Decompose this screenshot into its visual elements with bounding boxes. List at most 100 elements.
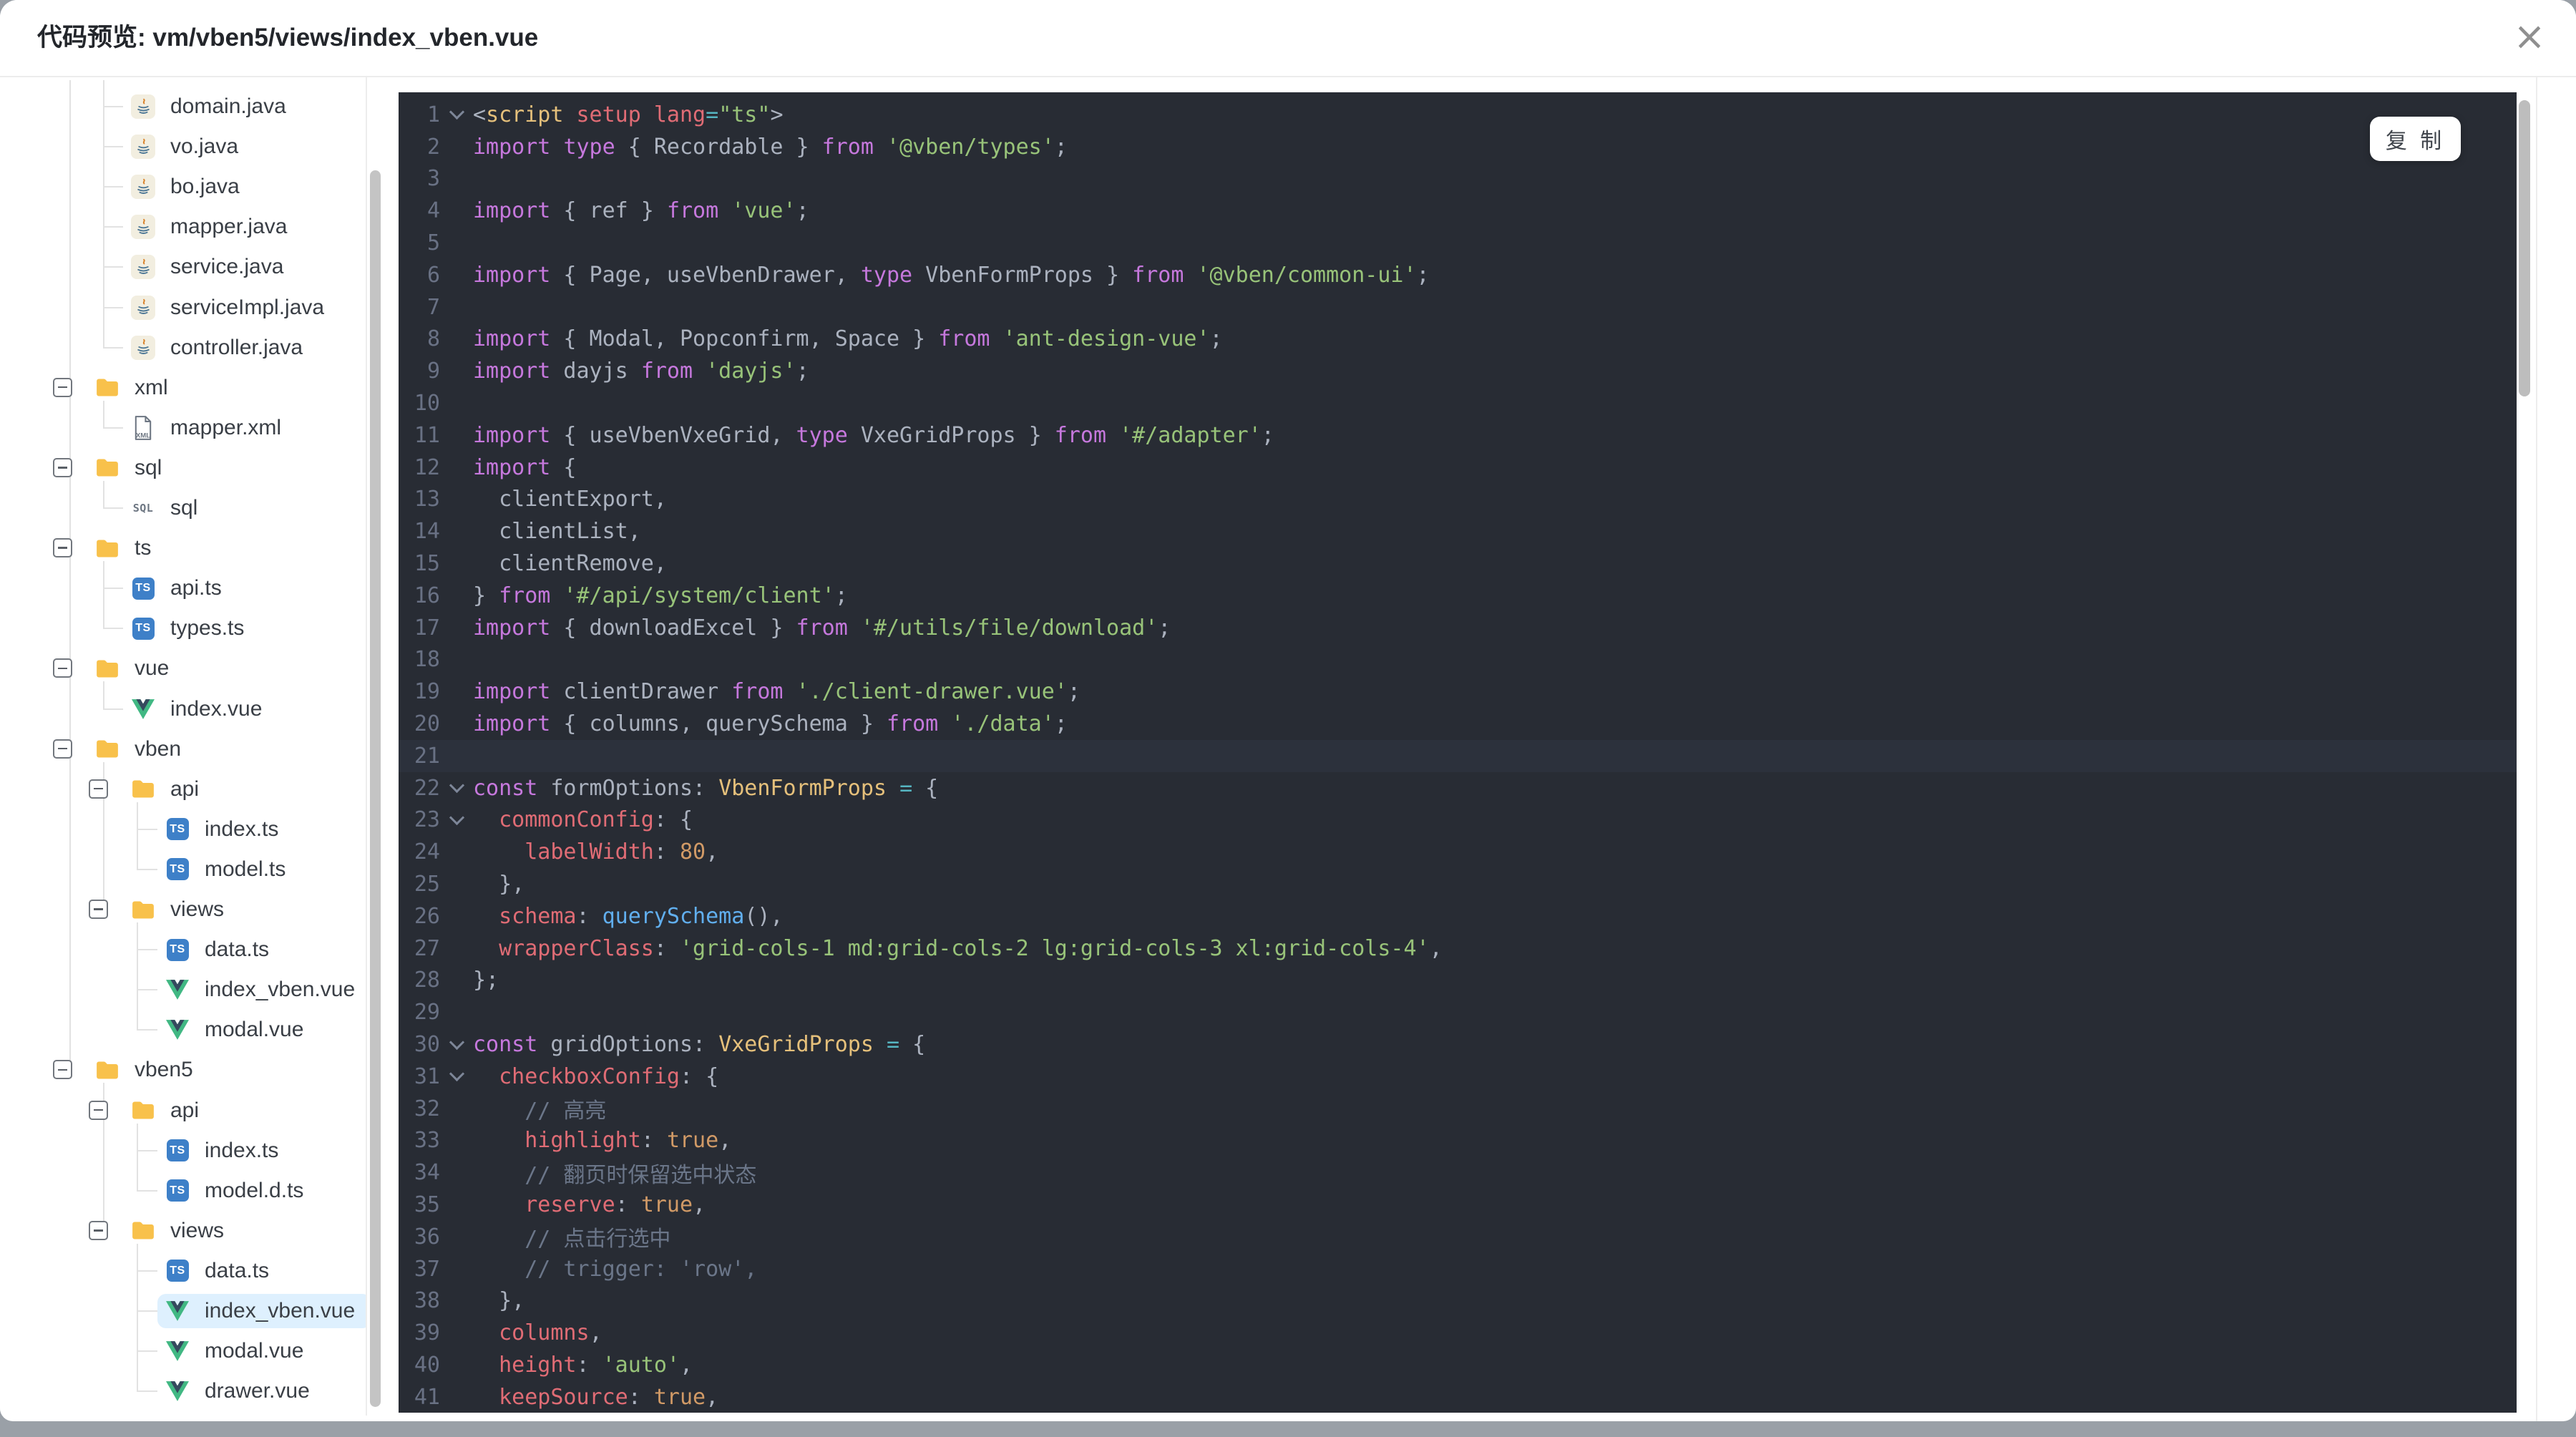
tree-item-label: vben5: [135, 1058, 193, 1082]
tree-item-sql[interactable]: sql: [0, 448, 366, 488]
tree-item-body[interactable]: XML mapper.xml: [123, 411, 297, 445]
tree-item-body[interactable]: TS index.ts: [157, 1134, 294, 1168]
code-text: // trigger: 'row',: [525, 1256, 758, 1282]
tree-item-model.ts[interactable]: TS model.ts: [0, 849, 366, 890]
tree-item-body[interactable]: SQL sql: [123, 491, 213, 525]
tree-item-selected[interactable]: index_vben.vue: [157, 1294, 366, 1328]
tree-item-body[interactable]: api: [123, 1093, 215, 1128]
fold-chevron-icon[interactable]: [440, 1034, 473, 1050]
collapse-minus-icon[interactable]: [53, 377, 72, 397]
tree-item-modal.vue[interactable]: modal.vue: [0, 1010, 366, 1050]
tree-item-drawer.vue[interactable]: drawer.vue: [0, 1371, 366, 1411]
tree-scrollbar-thumb[interactable]: [370, 170, 381, 1407]
code-text: import {: [473, 454, 577, 480]
tree-item-ts[interactable]: ts: [0, 528, 366, 568]
tree-item-vben[interactable]: vben: [0, 729, 366, 769]
tree-item-sql[interactable]: SQL sql: [0, 488, 366, 528]
tree-item-body[interactable]: index.vue: [123, 692, 278, 726]
tree-item-body[interactable]: index_vben.vue: [157, 973, 366, 1007]
tree-item-vue[interactable]: vue: [0, 648, 366, 688]
tree-item-xml[interactable]: xml: [0, 368, 366, 408]
tree-item-body[interactable]: vben5: [87, 1053, 209, 1087]
tree-item-serviceImpl.java[interactable]: serviceImpl.java: [0, 288, 366, 328]
code-text: clientList,: [473, 519, 641, 545]
tree-item-vben5[interactable]: vben5: [0, 1050, 366, 1090]
tree-item-body[interactable]: TS api.ts: [123, 571, 238, 605]
collapse-minus-icon[interactable]: [53, 658, 72, 678]
tree-item-body[interactable]: modal.vue: [157, 1334, 319, 1368]
tree-item-body[interactable]: modal.vue: [157, 1013, 319, 1047]
code-text: const formOptions: VbenFormProps = {: [473, 775, 939, 801]
collapse-minus-icon[interactable]: [53, 457, 72, 477]
tree-item-body[interactable]: mapper.java: [123, 210, 303, 244]
tree-item-label: index_vben.vue: [205, 1299, 356, 1322]
tree-item-modal.vue[interactable]: modal.vue: [0, 1331, 366, 1371]
tree-item-body[interactable]: TS data.ts: [157, 932, 285, 967]
tree-item-body[interactable]: drawer.vue: [157, 1374, 326, 1408]
close-icon[interactable]: ×: [2504, 11, 2555, 62]
tree-item-body[interactable]: xml: [87, 371, 184, 405]
tree-item-model.d.ts[interactable]: TS model.d.ts: [0, 1171, 366, 1211]
collapse-minus-icon[interactable]: [89, 1100, 108, 1120]
tree-item-api.ts[interactable]: TS api.ts: [0, 568, 366, 608]
tree-item-mapper.xml[interactable]: XML mapper.xml: [0, 408, 366, 448]
tree-item-body[interactable]: api: [123, 772, 215, 807]
tree-item-types.ts[interactable]: TS types.ts: [0, 608, 366, 648]
tree-item-body[interactable]: TS data.ts: [157, 1254, 285, 1288]
collapse-minus-icon[interactable]: [89, 1220, 108, 1240]
tree-item-body[interactable]: controller.java: [123, 331, 318, 365]
fold-chevron-icon[interactable]: [440, 809, 473, 826]
tree-item-label: service.java: [170, 255, 284, 279]
tree-item-domain.java[interactable]: domain.java: [0, 87, 366, 127]
tree-item-body[interactable]: ts: [87, 531, 167, 565]
tree-item-data.ts[interactable]: TS data.ts: [0, 1251, 366, 1291]
tree-item-body[interactable]: service.java: [123, 250, 299, 284]
dialog-title: 代码预览: vm/vben5/views/index_vben.vue: [37, 24, 539, 52]
tree-item-body[interactable]: TS types.ts: [123, 611, 260, 646]
copy-button[interactable]: 复 制: [2370, 117, 2461, 161]
dialog-header: 代码预览: vm/vben5/views/index_vben.vue ×: [0, 0, 2576, 77]
tree-item-bo.java[interactable]: bo.java: [0, 167, 366, 207]
code-text: import { useVbenVxeGrid, type VxeGridPro…: [473, 422, 1274, 448]
tree-item-body[interactable]: serviceImpl.java: [123, 291, 340, 325]
tree-item-views[interactable]: views: [0, 1211, 366, 1251]
collapse-minus-icon[interactable]: [53, 1060, 72, 1080]
code-text: labelWidth: 80,: [525, 839, 719, 865]
fold-chevron-icon[interactable]: [440, 1066, 473, 1082]
tree-item-api[interactable]: api: [0, 1091, 366, 1131]
tree-item-index_vben.vue[interactable]: index_vben.vue: [0, 970, 366, 1010]
tree-item-body[interactable]: TS model.ts: [157, 852, 301, 887]
tree-item-index_vben.vue[interactable]: index_vben.vue: [0, 1291, 366, 1331]
collapse-minus-icon[interactable]: [89, 779, 108, 799]
tree-item-mapper.java[interactable]: mapper.java: [0, 207, 366, 247]
tree-item-body[interactable]: vue: [87, 651, 185, 686]
tree-item-body[interactable]: sql: [87, 451, 177, 485]
tree-item-body[interactable]: TS model.d.ts: [157, 1174, 319, 1208]
tree-item-body[interactable]: bo.java: [123, 170, 255, 204]
tree-item-body[interactable]: views: [123, 1214, 240, 1248]
collapse-minus-icon[interactable]: [89, 900, 108, 919]
collapse-minus-icon[interactable]: [53, 538, 72, 558]
tree-item-index.ts[interactable]: TS index.ts: [0, 1131, 366, 1171]
tree-item-body[interactable]: TS index.ts: [157, 812, 294, 847]
tree-item-index.vue[interactable]: index.vue: [0, 689, 366, 729]
collapse-minus-icon[interactable]: [53, 739, 72, 759]
tree-item-label: data.ts: [205, 1258, 270, 1282]
tree-item-label: views: [170, 1218, 225, 1242]
tree-item-views[interactable]: views: [0, 890, 366, 930]
tree-item-body[interactable]: views: [123, 892, 240, 927]
tree-item-vo.java[interactable]: vo.java: [0, 127, 366, 167]
vue-icon: [165, 1017, 190, 1043]
tree-item-body[interactable]: domain.java: [123, 89, 302, 124]
tree-item-data.ts[interactable]: TS data.ts: [0, 930, 366, 970]
fold-chevron-icon[interactable]: [440, 778, 473, 794]
fold-chevron-icon[interactable]: [440, 104, 473, 120]
tree-item-body[interactable]: vben: [87, 732, 197, 766]
tree-item-label: api.ts: [170, 576, 222, 600]
tree-item-controller.java[interactable]: controller.java: [0, 328, 366, 368]
tree-item-body[interactable]: vo.java: [123, 130, 254, 164]
tree-item-service.java[interactable]: service.java: [0, 247, 366, 287]
dialog-scrollbar-thumb[interactable]: [2519, 100, 2530, 396]
tree-item-index.ts[interactable]: TS index.ts: [0, 809, 366, 849]
tree-item-api[interactable]: api: [0, 769, 366, 809]
